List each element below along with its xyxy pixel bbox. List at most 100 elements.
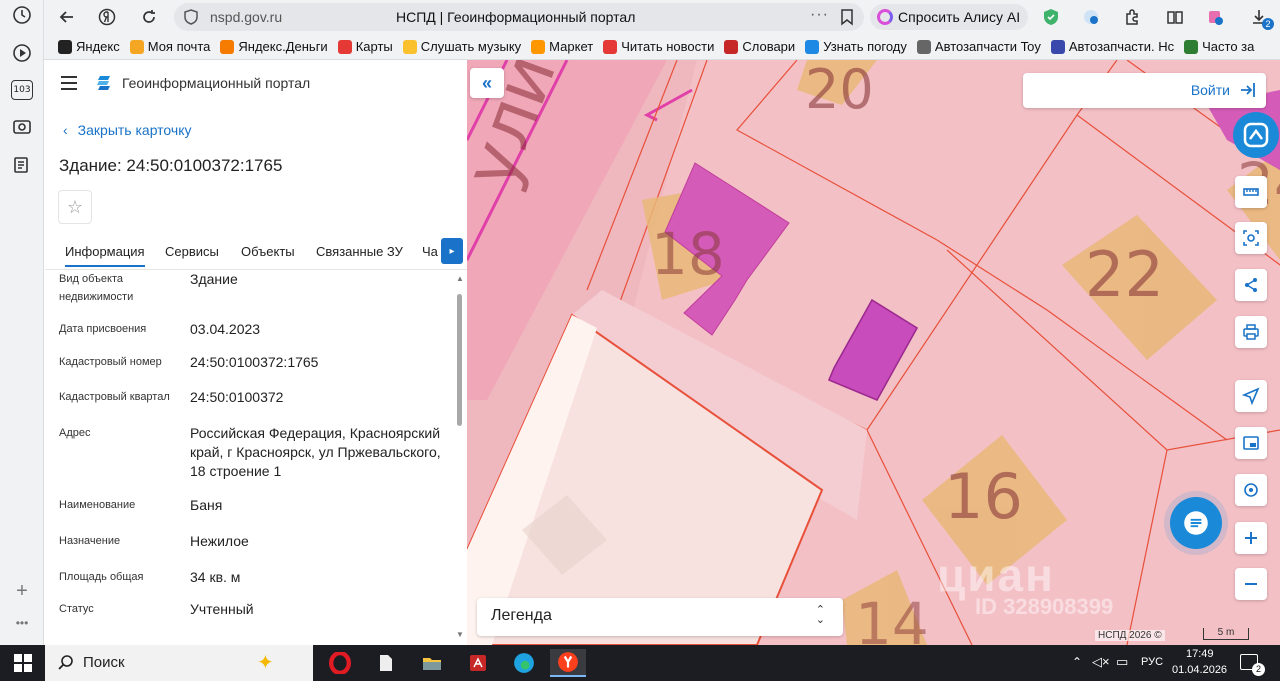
star-icon: ☆: [66, 196, 84, 217]
zoom-in-button[interactable]: [1235, 522, 1267, 554]
history-icon[interactable]: [11, 4, 33, 26]
clock-date[interactable]: 01.04.2026: [1172, 664, 1227, 676]
protect-icon[interactable]: [1040, 6, 1062, 28]
yandex-browser-icon: [558, 652, 578, 672]
map-canvas[interactable]: улица П 20 18 22 24 16 14 циан ID 328908…: [467, 60, 1280, 645]
explorer-app[interactable]: [414, 649, 450, 677]
collapse-panel-button[interactable]: «: [470, 68, 504, 98]
read-mode-icon[interactable]: [1164, 6, 1186, 28]
bookmark-item[interactable]: Автозапчасти. Нс: [1050, 39, 1174, 54]
bookmark-item[interactable]: Часто за: [1184, 39, 1254, 54]
legend-label: Легенда: [491, 607, 552, 624]
scroll-thumb[interactable]: [457, 294, 462, 426]
bookmark-item[interactable]: Словари: [724, 39, 795, 54]
pdf-icon: [470, 655, 486, 671]
chevron-left-icon: ‹: [63, 122, 68, 138]
tabs-scroll-right-icon[interactable]: ▸: [441, 238, 463, 264]
nspd-logo-icon[interactable]: [1233, 112, 1279, 158]
attr-value: Учтенный: [190, 601, 254, 617]
bookmark-item[interactable]: Яндекс: [58, 39, 120, 54]
bookmark-item[interactable]: Автозапчасти Toy: [916, 39, 1041, 54]
tabs-count-badge[interactable]: 103: [11, 80, 33, 100]
windows-start-icon[interactable]: [14, 654, 32, 672]
ruler-button[interactable]: [1235, 176, 1267, 208]
yandex-icon[interactable]: [96, 6, 118, 28]
zoom-out-button[interactable]: [1235, 568, 1267, 600]
collections-icon[interactable]: [11, 154, 33, 176]
url-menu-icon[interactable]: ···: [810, 6, 829, 24]
ruler-icon: [1243, 188, 1259, 196]
print-button[interactable]: [1235, 316, 1267, 348]
bookmark-item[interactable]: Слушать музыку: [402, 39, 521, 54]
login-button[interactable]: Войти: [1023, 73, 1266, 108]
notifications-icon[interactable]: 2: [1240, 654, 1265, 676]
portal-logo-icon: [97, 76, 110, 90]
opera-app[interactable]: [322, 649, 358, 677]
taskbar-search[interactable]: Поиск ✦: [45, 645, 313, 681]
address-bar[interactable]: nspd.gov.ru НСПД | Геоинформационный пор…: [174, 3, 864, 31]
opera-icon: [329, 652, 351, 674]
bookmark-favicon-icon: [916, 39, 931, 54]
menu-icon[interactable]: [61, 76, 77, 90]
bookmark-icon[interactable]: [836, 6, 858, 28]
layers-button[interactable]: [1235, 427, 1267, 459]
volume-icon[interactable]: ◁×: [1092, 654, 1110, 670]
bookmark-label: Карты: [355, 39, 393, 54]
add-panel-icon[interactable]: +: [11, 580, 33, 602]
folder-icon: [423, 658, 441, 670]
bookmark-item[interactable]: Узнать погоду: [805, 39, 907, 54]
select-area-button[interactable]: [1235, 222, 1267, 254]
locate-button[interactable]: [1235, 380, 1267, 412]
double-chevron-left-icon: «: [481, 72, 492, 93]
bookmark-item[interactable]: Читать новости: [603, 39, 714, 54]
bookmark-favicon-icon: [58, 39, 72, 54]
map-copyright: НСПД 2026 ©: [1095, 630, 1165, 641]
alisa-button[interactable]: Спросить Алису AI: [870, 4, 1029, 30]
bookmark-label: Читать новости: [621, 39, 715, 54]
tab-information[interactable]: Информация: [65, 244, 145, 267]
tray-chevron-icon[interactable]: ⌃: [1072, 655, 1082, 669]
screenshot-icon[interactable]: [11, 116, 33, 138]
bookmark-label: Часто за: [1202, 39, 1255, 54]
translate-icon[interactable]: [1080, 6, 1102, 28]
attr-key: Назначение: [59, 535, 121, 547]
play-icon[interactable]: [11, 42, 33, 64]
edge-app[interactable]: [506, 649, 542, 677]
bookmark-item[interactable]: Моя почта: [129, 39, 210, 54]
yandex-browser-app[interactable]: [550, 649, 586, 677]
reload-icon[interactable]: [138, 6, 160, 28]
cadastral-map[interactable]: [467, 60, 1280, 645]
more-icon[interactable]: •••: [11, 612, 33, 634]
tab-related-land[interactable]: Связанные ЗУ: [316, 244, 403, 259]
tab-objects[interactable]: Объекты: [241, 244, 295, 259]
file-app[interactable]: [368, 649, 404, 677]
scroll-down-icon[interactable]: ▼: [456, 630, 464, 639]
scroll-up-icon[interactable]: ▲: [456, 274, 464, 283]
portal-name[interactable]: Геоинформационный портал: [122, 75, 310, 91]
pdf-app[interactable]: [460, 649, 496, 677]
bookmark-item[interactable]: Карты: [337, 39, 393, 54]
house-number-16: 16: [944, 460, 1023, 533]
notifications-badge: 2: [1252, 663, 1265, 676]
legend-selector[interactable]: Легенда ⌃ ⌄: [477, 598, 843, 636]
back-icon[interactable]: [56, 6, 78, 28]
search-location-button[interactable]: [1235, 474, 1267, 506]
panel-scrollbar[interactable]: ▲ ▼: [455, 274, 465, 642]
tab-more[interactable]: Ча: [422, 244, 438, 259]
favorite-button[interactable]: ☆: [58, 190, 92, 224]
chat-button[interactable]: [1170, 497, 1222, 549]
tab-services[interactable]: Сервисы: [165, 244, 219, 259]
url-text[interactable]: nspd.gov.ru: [210, 9, 282, 25]
bookmark-item[interactable]: Яндекс.Деньги: [220, 39, 328, 54]
share-button[interactable]: [1235, 269, 1267, 301]
network-icon[interactable]: ▭: [1116, 654, 1128, 670]
downloads-icon[interactable]: 2: [1248, 6, 1274, 30]
clock-time[interactable]: 17:49: [1186, 648, 1214, 660]
language-indicator[interactable]: РУС: [1141, 656, 1163, 668]
bookmark-item[interactable]: Маркет: [531, 39, 593, 54]
close-card-link[interactable]: ‹ Закрыть карточку: [63, 122, 192, 138]
extension-app-icon[interactable]: [1204, 6, 1226, 28]
map-scale: 5 m: [1203, 628, 1249, 640]
shield-icon[interactable]: [180, 6, 202, 28]
extensions-icon[interactable]: [1122, 6, 1144, 28]
